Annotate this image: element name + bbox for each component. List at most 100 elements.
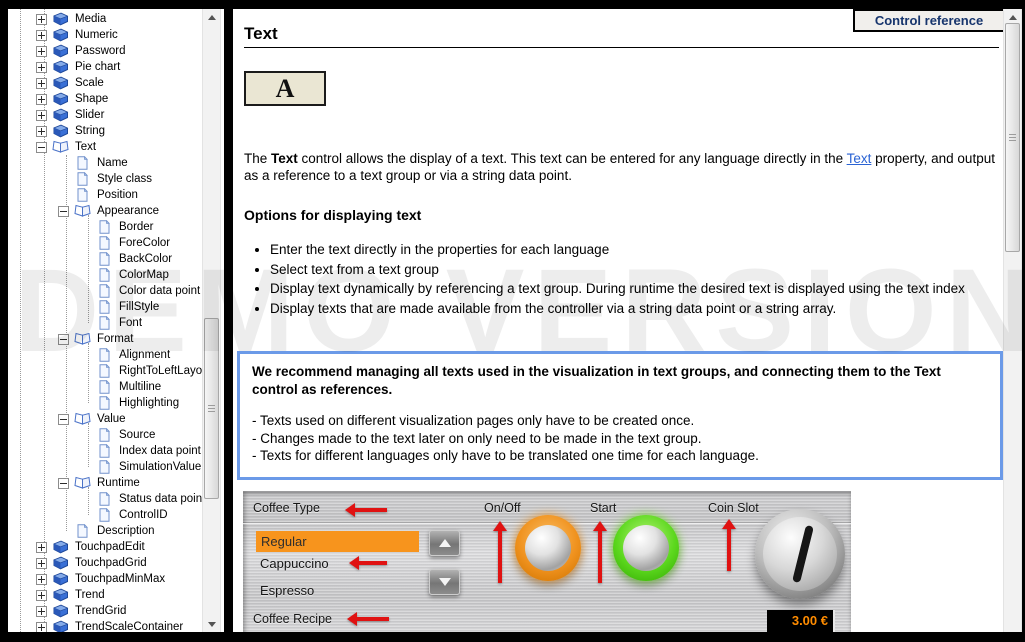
tree-item-source[interactable]: Source (8, 427, 202, 443)
annotation-arrow-left-icon (349, 559, 387, 567)
content-pane: Control reference Text A The Text contro… (233, 9, 1022, 632)
expand-icon[interactable] (36, 78, 47, 89)
up-triangle-icon (439, 539, 451, 547)
collapse-icon[interactable] (58, 206, 69, 217)
text-control-icon-letter: A (276, 74, 295, 104)
annotation-arrow-left-icon (347, 615, 389, 623)
tree-item-controlid[interactable]: ControlID (8, 507, 202, 523)
collapse-icon[interactable] (58, 414, 69, 425)
tree-item-value[interactable]: Value (8, 411, 202, 427)
tree-item-backcolor[interactable]: BackColor (8, 251, 202, 267)
expand-icon[interactable] (36, 62, 47, 73)
tree-item-touchpadgrid[interactable]: TouchpadGrid (8, 555, 202, 571)
tree-item-label: Font (117, 317, 144, 329)
tree-item-password[interactable]: Password (8, 43, 202, 59)
control-reference-tab[interactable]: Control reference (853, 9, 1005, 32)
expand-icon[interactable] (36, 558, 47, 569)
expand-icon[interactable] (36, 94, 47, 105)
tree-scrollbar-thumb[interactable] (204, 318, 219, 499)
tree-item-touchpadedit[interactable]: TouchpadEdit (8, 539, 202, 555)
tree-item-pie-chart[interactable]: Pie chart (8, 59, 202, 75)
expand-icon[interactable] (36, 126, 47, 137)
tree-item-label: SimulationValue (117, 461, 202, 473)
tree-item-font[interactable]: Font (8, 315, 202, 331)
coffee-type-option-cappuccino: Cappuccino (260, 556, 329, 571)
tree-item-index-data-point[interactable]: Index data point (8, 443, 202, 459)
tree-item-text[interactable]: Text (8, 139, 202, 155)
expand-icon[interactable] (36, 542, 47, 553)
annotation-arrow-up-icon (496, 521, 504, 583)
tree-item-righttoleftlayout[interactable]: RightToLeftLayout (8, 363, 202, 379)
tree-item-format[interactable]: Format (8, 331, 202, 347)
tree-item-label: Shape (73, 93, 110, 105)
tree-item-slider[interactable]: Slider (8, 107, 202, 123)
tree-item-highlighting[interactable]: Highlighting (8, 395, 202, 411)
expand-icon[interactable] (36, 574, 47, 585)
tree-item-string[interactable]: String (8, 123, 202, 139)
tree-item-name[interactable]: Name (8, 155, 202, 171)
expand-icon[interactable] (36, 590, 47, 601)
tree-item-description[interactable]: Description (8, 523, 202, 539)
tree-scroll-up-button[interactable] (203, 9, 220, 25)
knob-ball (525, 525, 571, 571)
book-closed-icon (51, 108, 70, 122)
tree-item-label: Status data point (117, 493, 202, 505)
note-bold-text: We recommend managing all texts used in … (252, 363, 988, 398)
page-icon (95, 300, 114, 314)
tree-item-status-data-point[interactable]: Status data point (8, 491, 202, 507)
tree-item-fillstyle[interactable]: FillStyle (8, 299, 202, 315)
tree-item-shape[interactable]: Shape (8, 91, 202, 107)
tree-item-color-data-point[interactable]: Color data point (8, 283, 202, 299)
annotation-arrow-up-icon (596, 521, 604, 583)
tree-item-appearance[interactable]: Appearance (8, 203, 202, 219)
scroll-down-icon (208, 622, 216, 627)
content-scrollbar[interactable] (1003, 9, 1022, 632)
tree-item-position[interactable]: Position (8, 187, 202, 203)
page-icon (95, 380, 114, 394)
tree-item-simulationvalue[interactable]: SimulationValue (8, 459, 202, 475)
tree-item-touchpadminmax[interactable]: TouchpadMinMax (8, 571, 202, 587)
collapse-icon[interactable] (58, 478, 69, 489)
expand-icon[interactable] (36, 110, 47, 121)
tree-item-trend[interactable]: Trend (8, 587, 202, 603)
tree-item-colormap[interactable]: ColorMap (8, 267, 202, 283)
tree-item-numeric[interactable]: Numeric (8, 27, 202, 43)
book-closed-icon (51, 540, 70, 554)
annotation-arrow-up-icon (725, 519, 733, 571)
book-closed-icon (51, 44, 70, 58)
collapse-icon[interactable] (58, 334, 69, 345)
collapse-icon[interactable] (36, 142, 47, 153)
tree-item-multiline[interactable]: Multiline (8, 379, 202, 395)
tree-item-label: TouchpadGrid (73, 557, 149, 569)
tree-item-alignment[interactable]: Alignment (8, 347, 202, 363)
navigation-tree: MediaNumericPasswordPie chartScale Shape S… (8, 9, 202, 632)
tree-item-forecolor[interactable]: ForeColor (8, 235, 202, 251)
tree-item-label: Multiline (117, 381, 163, 393)
tree-item-style-class[interactable]: Style class (8, 171, 202, 187)
text-property-link[interactable]: Text (847, 151, 872, 166)
tree-item-media[interactable]: Media (8, 11, 202, 27)
tree-item-trendgrid[interactable]: TrendGrid (8, 603, 202, 619)
help-window: MediaNumericPasswordPie chartScale Shape S… (8, 9, 1022, 632)
down-triangle-icon (439, 578, 451, 586)
expand-icon[interactable] (36, 606, 47, 617)
expand-icon[interactable] (36, 14, 47, 25)
tree-item-label: Text (73, 141, 98, 153)
page-icon (95, 508, 114, 522)
tree-item-border[interactable]: Border (8, 219, 202, 235)
tree-item-label: ColorMap (117, 269, 171, 281)
coin-slot-knob (755, 509, 845, 599)
tree-item-trendscalecontainer[interactable]: TrendScaleContainer (8, 619, 202, 632)
expand-icon[interactable] (36, 622, 47, 633)
coin-knob-face (763, 517, 837, 591)
tree-scrollbar[interactable] (202, 9, 221, 632)
expand-icon[interactable] (36, 46, 47, 57)
tree-item-runtime[interactable]: Runtime (8, 475, 202, 491)
expand-icon[interactable] (36, 30, 47, 41)
tree-scroll-down-button[interactable] (203, 616, 220, 632)
page-icon (95, 396, 114, 410)
content-scrollbar-thumb[interactable] (1005, 23, 1020, 252)
book-open-icon (73, 204, 92, 218)
knob-ball (623, 525, 669, 571)
tree-item-scale[interactable]: Scale (8, 75, 202, 91)
